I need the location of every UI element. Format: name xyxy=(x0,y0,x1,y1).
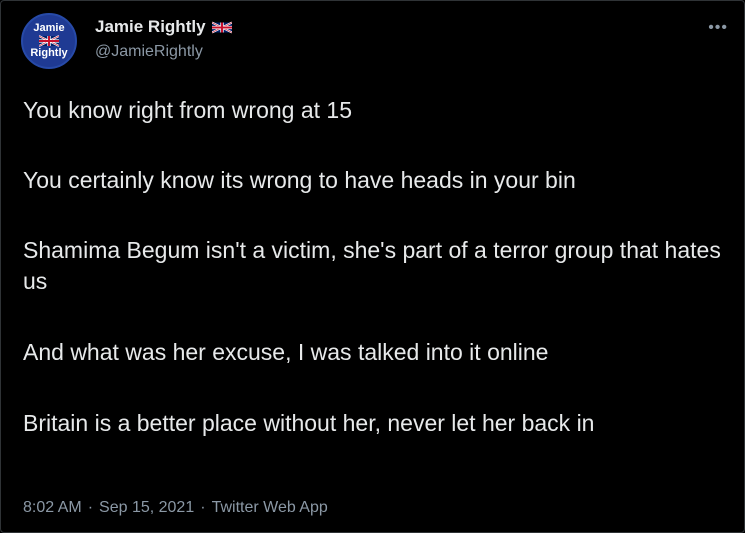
tweet-metadata: 8:02 AM · Sep 15, 2021 · Twitter Web App xyxy=(23,499,328,517)
avatar[interactable]: Jamie Rightly xyxy=(21,13,77,69)
tweet-text: You know right from wrong at 15 You cert… xyxy=(23,95,728,479)
separator: · xyxy=(87,499,94,516)
tweet-paragraph: Britain is a better place without her, n… xyxy=(23,410,595,436)
display-name[interactable]: Jamie Rightly xyxy=(95,17,206,37)
avatar-text-bottom: Rightly xyxy=(30,47,68,59)
more-options-icon[interactable]: ••• xyxy=(708,19,728,37)
tweet-date[interactable]: Sep 15, 2021 xyxy=(99,499,194,516)
tweet-paragraph: Shamima Begum isn't a victim, she's part… xyxy=(23,237,721,294)
tweet-source[interactable]: Twitter Web App xyxy=(212,499,328,516)
tweet-paragraph: You certainly know its wrong to have hea… xyxy=(23,167,576,193)
union-jack-flag-icon xyxy=(211,21,232,33)
avatar-text-top: Jamie xyxy=(33,22,65,34)
user-handle[interactable]: @JamieRightly xyxy=(95,43,203,61)
union-jack-flag-icon xyxy=(39,35,59,47)
tweet-paragraph: And what was her excuse, I was talked in… xyxy=(23,339,549,365)
tweet-card: Jamie Rightly Jamie Rightly @JamieRightl… xyxy=(0,0,745,533)
tweet-time[interactable]: 8:02 AM xyxy=(23,499,82,516)
separator: · xyxy=(200,499,206,516)
tweet-paragraph: You know right from wrong at 15 xyxy=(23,97,352,123)
author-name-row[interactable]: Jamie Rightly xyxy=(95,17,232,37)
